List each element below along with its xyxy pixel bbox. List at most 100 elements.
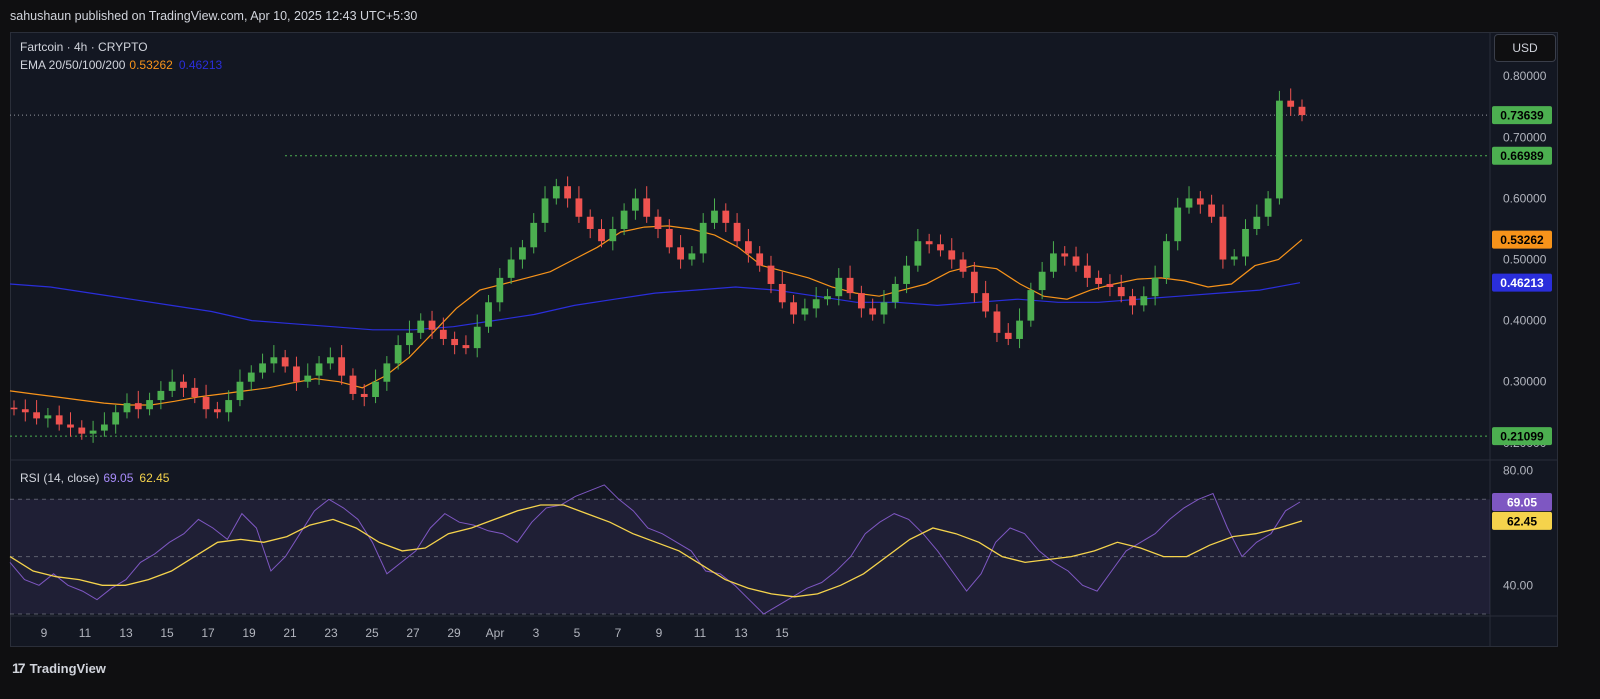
candle-body	[677, 247, 684, 260]
symbol-legend[interactable]: Fartcoin · 4h · CRYPTO	[20, 40, 148, 54]
candle-body	[733, 222, 741, 242]
ema20-line	[9, 225, 1303, 406]
candle-body	[1083, 265, 1091, 278]
rsi-tick-label: 40.00	[1503, 578, 1533, 592]
candle-body	[304, 375, 312, 382]
time-tick-label: 11	[694, 626, 707, 640]
candle-body	[123, 403, 131, 413]
tradingview-brand: TradingView	[29, 660, 106, 676]
time-tick-label: 9	[656, 626, 663, 640]
candle-body	[270, 357, 278, 364]
candle-body	[1129, 296, 1136, 306]
time-tick-label: Apr	[486, 626, 505, 640]
candle-body	[44, 415, 52, 419]
candle-body	[417, 320, 425, 333]
candle-body	[1298, 106, 1306, 116]
price-tick-label: 0.70000	[1503, 130, 1547, 144]
candle-body	[530, 222, 538, 248]
tradingview-logo-icon: 17	[12, 660, 26, 676]
candle-body	[180, 381, 187, 388]
time-axis: 9 11 13 15 17 19 21 23 25 27 29 Apr 3 5 7 9 11 13 15	[41, 626, 789, 640]
candle-body	[620, 210, 628, 229]
candle-body	[247, 372, 255, 382]
candle-body	[1061, 253, 1069, 257]
candle-body	[846, 277, 854, 294]
candle-body	[1230, 256, 1238, 260]
price-levels	[10, 114, 1490, 437]
candle-body	[1276, 100, 1283, 199]
rsi-legend-label: RSI (14, close)	[20, 471, 100, 485]
candle-body	[824, 296, 831, 300]
rsi-legend[interactable]: RSI (14, close) 69.05 62.45	[20, 471, 169, 485]
rsi-tick-label: 80.00	[1503, 464, 1533, 478]
time-tick-label: 11	[79, 626, 92, 640]
candle-body	[541, 198, 549, 223]
candle-body	[654, 216, 662, 229]
candle-body	[722, 210, 730, 223]
time-tick-label: 3	[533, 626, 540, 640]
candle-body	[948, 250, 956, 260]
candle-body	[1072, 256, 1080, 266]
candle-body	[1242, 228, 1249, 257]
candle-body	[857, 293, 865, 309]
candle-body	[1163, 241, 1170, 278]
candle-body	[439, 329, 447, 339]
candle-body	[451, 338, 459, 346]
chart-canvas[interactable]: 0.80000 0.70000 0.60000 0.50000 0.40000 0.300…	[0, 0, 1600, 652]
price-tick-label: 0.50000	[1503, 253, 1547, 267]
candle-body	[1253, 216, 1261, 229]
candle-body	[213, 409, 221, 413]
price-tick-label: 0.80000	[1503, 69, 1547, 83]
candle-body	[790, 302, 797, 315]
rsi-ma-value-label: 62.45	[1507, 514, 1537, 528]
rsi-ma-legend-value: 62.45	[139, 471, 170, 485]
candle-body	[1095, 277, 1103, 284]
tradingview-logo[interactable]: 17 TradingView	[12, 660, 106, 676]
candle-body	[744, 241, 752, 254]
candle-body	[1016, 320, 1023, 339]
time-tick-label: 23	[324, 626, 338, 640]
candle-body	[665, 228, 673, 248]
candle-body	[970, 271, 978, 294]
time-tick-label: 15	[775, 626, 789, 640]
candle-body	[1174, 207, 1182, 242]
candle-body	[146, 400, 153, 410]
candle-body	[1050, 253, 1057, 272]
candle-body	[473, 326, 481, 349]
time-tick-label: 27	[406, 626, 420, 640]
candle-body	[1106, 283, 1114, 288]
candle-body	[632, 198, 639, 211]
candle-body	[236, 381, 244, 401]
candle-body	[937, 244, 944, 251]
candle-body	[598, 228, 605, 242]
candle-body	[157, 390, 165, 401]
time-tick-label: 13	[119, 626, 133, 640]
candle-body	[1287, 100, 1295, 107]
candle-body	[89, 430, 97, 434]
candle-body	[496, 277, 504, 303]
candle-body	[519, 247, 526, 260]
ema-legend[interactable]: EMA 20/50/100/200 0.53262 0.46213	[20, 58, 222, 72]
time-tick-label: 5	[574, 626, 581, 640]
ema20-path	[9, 225, 1303, 406]
candle-body	[383, 363, 391, 382]
price-tick-label: 0.60000	[1503, 191, 1547, 205]
ema-legend-label: EMA 20/50/100/200	[20, 58, 126, 72]
candle-body	[756, 253, 764, 266]
candle-body	[1185, 198, 1193, 208]
candle-body	[1208, 204, 1216, 217]
time-tick-label: 19	[242, 626, 256, 640]
price-tick-label: 0.30000	[1503, 375, 1547, 389]
candle-body	[67, 424, 74, 428]
ema200-line	[9, 282, 1301, 331]
candle-body	[688, 253, 696, 260]
currency-button[interactable]: USD	[1494, 34, 1556, 62]
rsi-pane	[10, 498, 1490, 615]
rsi-value-label: 69.05	[1507, 496, 1537, 510]
footer: 17 TradingView	[0, 652, 1600, 699]
candle-body	[394, 345, 402, 364]
time-tick-label: 17	[201, 626, 215, 640]
candle-body	[100, 424, 108, 431]
candle-body	[485, 302, 492, 327]
candle-body	[428, 320, 436, 330]
